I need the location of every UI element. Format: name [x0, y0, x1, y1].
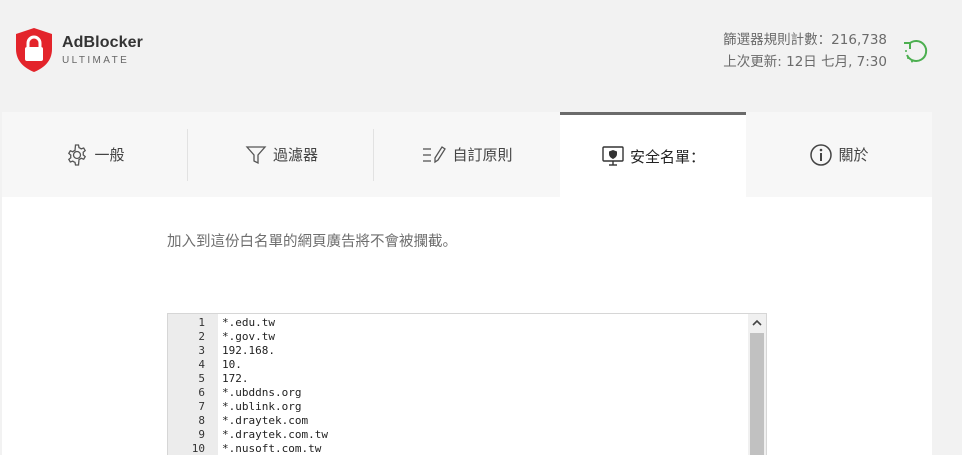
editor-line[interactable]: 9 *.draytek.com.tw: [168, 428, 748, 442]
line-number: 9: [198, 428, 205, 441]
app-name: AdBlocker: [62, 33, 143, 51]
line-number: 6: [198, 386, 205, 399]
line-text[interactable]: *.draytek.com: [222, 414, 308, 428]
line-number: 3: [198, 344, 205, 357]
line-text[interactable]: *.ubddns.org: [222, 386, 301, 400]
line-number: 1: [198, 316, 205, 329]
scroll-thumb[interactable]: [750, 333, 764, 455]
line-number: 5: [198, 372, 205, 385]
editor-line[interactable]: 5 172.: [168, 372, 748, 386]
tab-about[interactable]: 關於: [746, 112, 932, 197]
editor-line[interactable]: 7 *.ublink.org: [168, 400, 748, 414]
line-number: 2: [198, 330, 205, 343]
rules-count: 篩選器規則計數：216,738: [723, 32, 887, 48]
tab-label: 安全名單：: [629, 147, 705, 166]
line-text[interactable]: *.draytek.com.tw: [222, 428, 328, 442]
refresh-icon: [904, 39, 928, 63]
editor-line[interactable]: 1 *.edu.tw: [168, 316, 748, 330]
whitelist-description: 加入到這份白名單的網頁廣告將不會被攔截。: [167, 234, 457, 250]
editor-line[interactable]: 10 *.nusoft.com.tw: [168, 442, 748, 455]
line-text[interactable]: *.ublink.org: [222, 400, 301, 414]
line-number: 10: [191, 442, 205, 455]
refresh-button[interactable]: [901, 37, 929, 65]
logo: AdBlocker ULTIMATE: [14, 27, 143, 73]
tab-whitelist[interactable]: 安全名單：: [560, 112, 746, 197]
whitelist-panel: 加入到這份白名單的網頁廣告將不會被攔截。 1 *.edu.tw 2 *.gov.tw 3…: [2, 197, 932, 455]
line-number: 4: [198, 358, 205, 371]
tab-label: 一般: [94, 146, 125, 164]
line-text[interactable]: 10.: [222, 358, 242, 372]
tab-label: 過濾器: [272, 146, 318, 164]
editor-line[interactable]: 2 *.gov.tw: [168, 330, 748, 344]
last-update: 上次更新: 12日 七月, 7:30: [723, 54, 887, 70]
tab-bar: 一般 過濾器 自訂原則 安全名單： 關於: [2, 112, 932, 197]
tab-label: 自訂原則: [452, 146, 513, 164]
line-text[interactable]: 192.168.: [222, 344, 275, 358]
line-number: 8: [198, 414, 205, 427]
editor-scrollbar[interactable]: [748, 314, 766, 455]
editor-line[interactable]: 8 *.draytek.com: [168, 414, 748, 428]
filter-icon: [245, 145, 267, 164]
tab-general[interactable]: 一般: [2, 112, 188, 197]
shield-monitor-icon: [602, 146, 624, 166]
info-icon: [810, 143, 833, 166]
line-text[interactable]: *.edu.tw: [222, 316, 275, 330]
tab-label: 關於: [838, 146, 869, 164]
whitelist-editor[interactable]: 1 *.edu.tw 2 *.gov.tw 3 192.168. 4 10. 5 172. 6 *.u…: [167, 313, 767, 455]
line-text[interactable]: 172.: [222, 372, 249, 386]
line-text[interactable]: *.nusoft.com.tw: [222, 442, 321, 455]
line-number: 7: [198, 400, 205, 413]
editor-line[interactable]: 6 *.ubddns.org: [168, 386, 748, 400]
line-text[interactable]: *.gov.tw: [222, 330, 275, 344]
edit-list-icon: [423, 145, 447, 163]
editor-line[interactable]: 4 10.: [168, 358, 748, 372]
tab-filters[interactable]: 過濾器: [188, 112, 374, 197]
app-subtitle: ULTIMATE: [62, 54, 130, 66]
tab-custom-rules[interactable]: 自訂原則: [374, 112, 560, 197]
header: AdBlocker ULTIMATE 篩選器規則計數：216,738 上次更新:…: [0, 0, 962, 112]
shield-lock-icon: [16, 28, 52, 72]
scroll-up-button[interactable]: [748, 314, 766, 331]
chevron-up-icon: [752, 319, 762, 326]
gear-icon: [68, 143, 87, 166]
editor-lines: 1 *.edu.tw 2 *.gov.tw 3 192.168. 4 10. 5 172. 6 *.u…: [168, 316, 748, 455]
filter-stats: 篩選器規則計數：216,738 上次更新: 12日 七月, 7:30: [723, 29, 887, 73]
editor-line[interactable]: 3 192.168.: [168, 344, 748, 358]
